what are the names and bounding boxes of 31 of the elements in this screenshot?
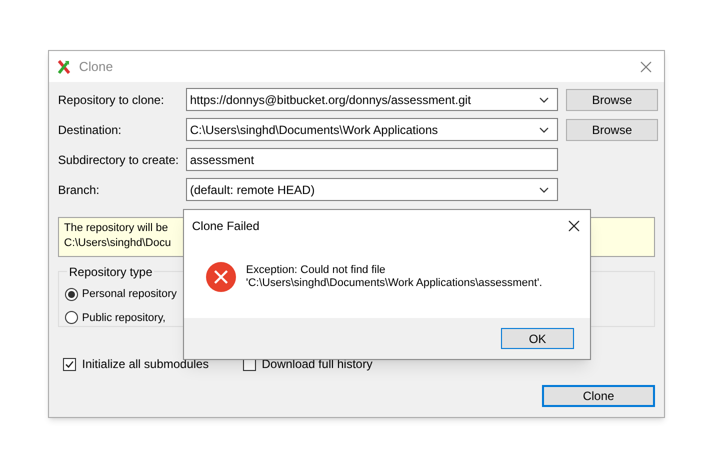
error-message: 'C:\Users\singhd\Documents\Work Applications\assessment'.	[246, 276, 542, 290]
radio-button[interactable]	[65, 311, 78, 324]
field-label: Repository to clone:	[58, 92, 166, 108]
chevron-down-icon	[539, 126, 549, 132]
chevron-down-icon	[539, 96, 549, 102]
dialog-title: Clone Failed	[192, 218, 260, 234]
text-field[interactable]: assessment	[186, 148, 558, 171]
info-text: The repository will be	[64, 221, 168, 236]
error-icon	[206, 262, 236, 292]
radio-label: Personal repository	[82, 287, 177, 302]
combo-box[interactable]: https://donnys@bitbucket.org/donnys/assessment.git	[186, 88, 558, 111]
field-label: Subdirectory to create:	[58, 152, 180, 168]
field-label: Destination:	[58, 122, 122, 138]
checkbox-label: Download full history	[262, 356, 372, 373]
browse-button[interactable]: Browse	[566, 118, 658, 140]
app-logo-icon	[57, 58, 71, 74]
chevron-down-icon	[539, 186, 549, 192]
combo-box[interactable]: C:\Users\singhd\Documents\Work Applications	[186, 118, 558, 141]
checkbox[interactable]	[63, 358, 76, 370]
clone-button[interactable]: Clone	[542, 385, 655, 407]
radio-button[interactable]	[65, 288, 78, 301]
window-title: Clone	[79, 58, 113, 76]
close-icon[interactable]	[568, 220, 580, 232]
radio-label: Public repository,	[82, 310, 166, 326]
error-message: Exception: Could not find file	[246, 264, 386, 276]
info-text: C:\Users\singhd\Docu	[64, 236, 171, 251]
checkbox-label: Initialize all submodules	[82, 356, 209, 373]
field-label: Branch:	[58, 182, 100, 198]
browse-button[interactable]: Browse	[566, 88, 658, 110]
ok-button[interactable]: OK	[501, 328, 574, 349]
combo-box[interactable]: (default: remote HEAD)	[186, 178, 558, 201]
